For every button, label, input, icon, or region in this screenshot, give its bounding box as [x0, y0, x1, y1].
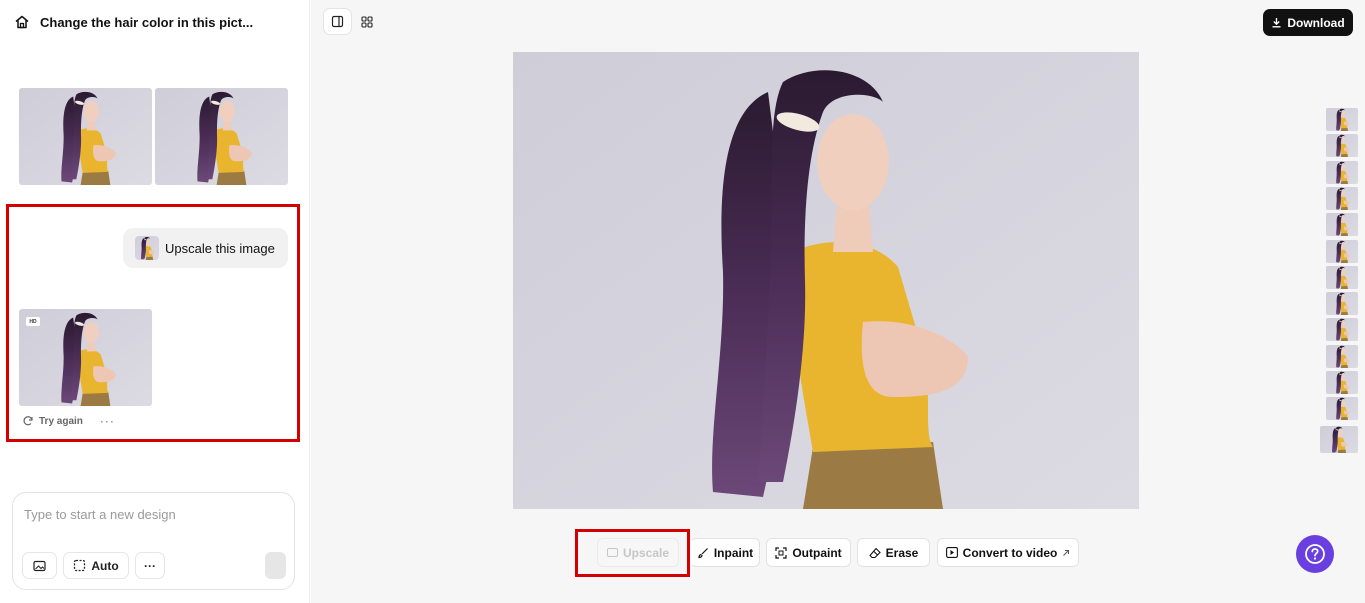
help-icon [1304, 543, 1326, 565]
inpaint-label: Inpaint [713, 545, 754, 560]
attach-image-button[interactable] [22, 552, 57, 579]
composer-more-label: ··· [144, 558, 156, 573]
composer-more-button[interactable]: ··· [135, 552, 165, 579]
history-thumbnail[interactable] [1326, 371, 1358, 394]
main-image[interactable] [513, 52, 1139, 509]
video-icon [945, 547, 958, 558]
download-icon [1271, 17, 1282, 28]
grid-view-toggle[interactable] [352, 8, 381, 35]
single-view-toggle[interactable] [323, 8, 352, 35]
history-thumbnail[interactable] [1326, 187, 1358, 210]
convert-to-video-button[interactable]: Convert to video [937, 538, 1079, 567]
history-thumbnail[interactable] [1326, 345, 1358, 368]
send-button[interactable] [265, 552, 286, 579]
brush-icon [697, 547, 709, 559]
history-thumbnail[interactable] [1326, 292, 1358, 315]
history-thumbnail[interactable] [1326, 397, 1358, 420]
history-thumbnail[interactable] [1326, 266, 1358, 289]
image-icon [33, 560, 46, 572]
history-thumbnail[interactable] [1326, 213, 1358, 236]
help-button[interactable] [1296, 535, 1334, 573]
external-link-icon [1062, 549, 1070, 557]
highlight-box-upscale [575, 529, 690, 577]
composer-input[interactable]: Type to start a new design [24, 507, 176, 522]
grid-view-icon [360, 15, 373, 28]
history-thumbnail[interactable] [1326, 161, 1358, 184]
erase-button[interactable]: Erase [857, 538, 930, 567]
select-frame-icon [73, 559, 86, 572]
history-thumbnail[interactable] [1326, 240, 1358, 263]
generated-image-1[interactable] [19, 88, 152, 185]
generated-image-2[interactable] [155, 88, 288, 185]
download-label: Download [1287, 15, 1345, 30]
composer: Type to start a new design Auto ··· [12, 492, 295, 590]
history-thumbnail[interactable] [1326, 318, 1358, 341]
convert-to-video-label: Convert to video [962, 545, 1058, 560]
outpaint-button[interactable]: Outpaint [766, 538, 851, 567]
erase-label: Erase [885, 545, 919, 560]
outpaint-label: Outpaint [792, 545, 842, 560]
chat-header: Change the hair color in this pict... [14, 12, 253, 32]
auto-mode-button[interactable]: Auto [63, 552, 129, 579]
home-icon[interactable] [14, 14, 30, 30]
history-thumbnail[interactable] [1326, 108, 1358, 131]
history-thumbnail[interactable] [1326, 134, 1358, 157]
inpaint-button[interactable]: Inpaint [690, 538, 760, 567]
expand-icon [775, 546, 787, 559]
auto-mode-label: Auto [91, 558, 119, 573]
history-thumbnail[interactable] [1320, 426, 1358, 453]
page-title: Change the hair color in this pict... [40, 14, 254, 30]
highlight-box-chat [6, 204, 300, 442]
download-button[interactable]: Download [1263, 9, 1353, 36]
single-view-icon [331, 15, 344, 28]
eraser-icon [868, 547, 881, 559]
chat-panel: Change the hair color in this pict... Up… [0, 0, 310, 603]
